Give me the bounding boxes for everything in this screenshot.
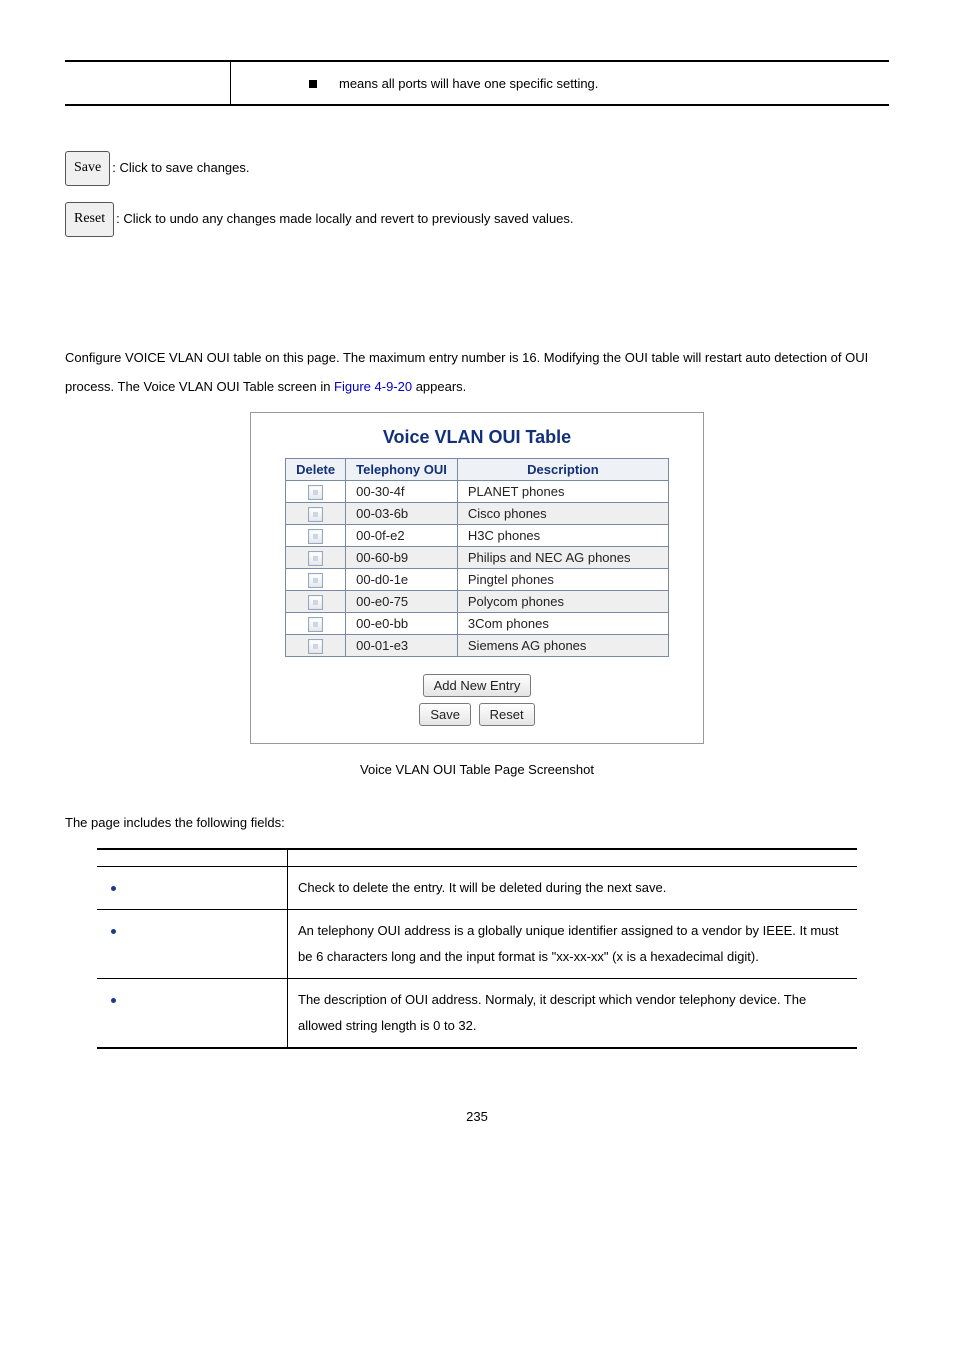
desc-cell: PLANET phones xyxy=(457,481,668,503)
fields-header-desc xyxy=(288,849,858,867)
oui-cell: 00-60-b9 xyxy=(346,547,458,569)
reset-button[interactable]: Reset xyxy=(65,202,114,237)
desc-cell: H3C phones xyxy=(457,525,668,547)
delete-checkbox[interactable] xyxy=(308,573,323,588)
oui-cell: 00-d0-1e xyxy=(346,569,458,591)
delete-checkbox[interactable] xyxy=(308,551,323,566)
delete-checkbox[interactable] xyxy=(308,529,323,544)
delete-cell xyxy=(286,525,346,547)
description-cell: An telephony OUI address is a globally u… xyxy=(288,910,858,979)
object-cell xyxy=(97,867,288,910)
top-note-text: means all ports will have one specific s… xyxy=(339,76,598,91)
save-note-row: Save: Click to save changes. xyxy=(65,151,889,186)
add-new-entry-button[interactable]: Add New Entry xyxy=(423,674,532,697)
delete-checkbox[interactable] xyxy=(308,595,323,610)
top-note-table: means all ports will have one specific s… xyxy=(65,60,889,106)
oui-table: Delete Telephony OUI Description 00-30-4… xyxy=(285,458,669,657)
delete-cell xyxy=(286,547,346,569)
page-number: 235 xyxy=(65,1109,889,1124)
figure-save-button[interactable]: Save xyxy=(419,703,471,726)
table-row: 00-30-4fPLANET phones xyxy=(286,481,669,503)
oui-cell: 00-30-4f xyxy=(346,481,458,503)
desc-cell: 3Com phones xyxy=(457,613,668,635)
delete-cell xyxy=(286,569,346,591)
reset-desc: : Click to undo any changes made locally… xyxy=(116,211,573,226)
table-row: Check to delete the entry. It will be de… xyxy=(97,867,857,910)
oui-th-delete: Delete xyxy=(286,459,346,481)
table-row: 00-e0-75Polycom phones xyxy=(286,591,669,613)
fields-table: Check to delete the entry. It will be de… xyxy=(97,848,857,1049)
oui-th-oui: Telephony OUI xyxy=(346,459,458,481)
oui-cell: 00-03-6b xyxy=(346,503,458,525)
figure-caption: Voice VLAN OUI Table Page Screenshot xyxy=(65,762,889,777)
oui-th-desc: Description xyxy=(457,459,668,481)
table-row: 00-e0-bb3Com phones xyxy=(286,613,669,635)
delete-cell xyxy=(286,591,346,613)
object-cell xyxy=(97,979,288,1049)
oui-cell: 00-e0-75 xyxy=(346,591,458,613)
desc-cell: Cisco phones xyxy=(457,503,668,525)
intro-paragraph: Configure VOICE VLAN OUI table on this p… xyxy=(65,343,889,403)
square-bullet-icon xyxy=(309,80,317,88)
table-row: 00-0f-e2H3C phones xyxy=(286,525,669,547)
save-button[interactable]: Save xyxy=(65,151,110,186)
delete-cell xyxy=(286,613,346,635)
table-row: 00-03-6bCisco phones xyxy=(286,503,669,525)
figure-reset-button[interactable]: Reset xyxy=(479,703,535,726)
oui-cell: 00-e0-bb xyxy=(346,613,458,635)
delete-cell xyxy=(286,635,346,657)
save-desc: : Click to save changes. xyxy=(112,160,249,175)
object-cell xyxy=(97,910,288,979)
desc-cell: Polycom phones xyxy=(457,591,668,613)
figure-link[interactable]: Figure 4-9-20 xyxy=(334,379,412,394)
top-note-right-cell: means all ports will have one specific s… xyxy=(231,61,890,105)
reset-note-row: Reset: Click to undo any changes made lo… xyxy=(65,202,889,237)
description-cell: The description of OUI address. Normaly,… xyxy=(288,979,858,1049)
para-part-b: appears. xyxy=(412,379,466,394)
para-part-a: Configure VOICE VLAN OUI table on this p… xyxy=(65,350,868,395)
table-row: An telephony OUI address is a globally u… xyxy=(97,910,857,979)
fields-header-object xyxy=(97,849,288,867)
delete-cell xyxy=(286,503,346,525)
delete-checkbox[interactable] xyxy=(308,639,323,654)
bullet-icon xyxy=(111,929,116,934)
delete-cell xyxy=(286,481,346,503)
delete-checkbox[interactable] xyxy=(308,507,323,522)
desc-cell: Philips and NEC AG phones xyxy=(457,547,668,569)
delete-checkbox[interactable] xyxy=(308,485,323,500)
figure-title: Voice VLAN OUI Table xyxy=(267,427,687,448)
table-row: The description of OUI address. Normaly,… xyxy=(97,979,857,1049)
oui-figure: Voice VLAN OUI Table Delete Telephony OU… xyxy=(250,412,704,744)
bullet-icon xyxy=(111,886,116,891)
description-cell: Check to delete the entry. It will be de… xyxy=(288,867,858,910)
oui-cell: 00-01-e3 xyxy=(346,635,458,657)
oui-cell: 00-0f-e2 xyxy=(346,525,458,547)
top-note-left-cell xyxy=(65,61,231,105)
table-row: 00-01-e3Siemens AG phones xyxy=(286,635,669,657)
bullet-icon xyxy=(111,998,116,1003)
table-row: 00-60-b9Philips and NEC AG phones xyxy=(286,547,669,569)
delete-checkbox[interactable] xyxy=(308,617,323,632)
table-row: 00-d0-1ePingtel phones xyxy=(286,569,669,591)
desc-cell: Siemens AG phones xyxy=(457,635,668,657)
desc-cell: Pingtel phones xyxy=(457,569,668,591)
fields-intro: The page includes the following fields: xyxy=(65,815,889,830)
